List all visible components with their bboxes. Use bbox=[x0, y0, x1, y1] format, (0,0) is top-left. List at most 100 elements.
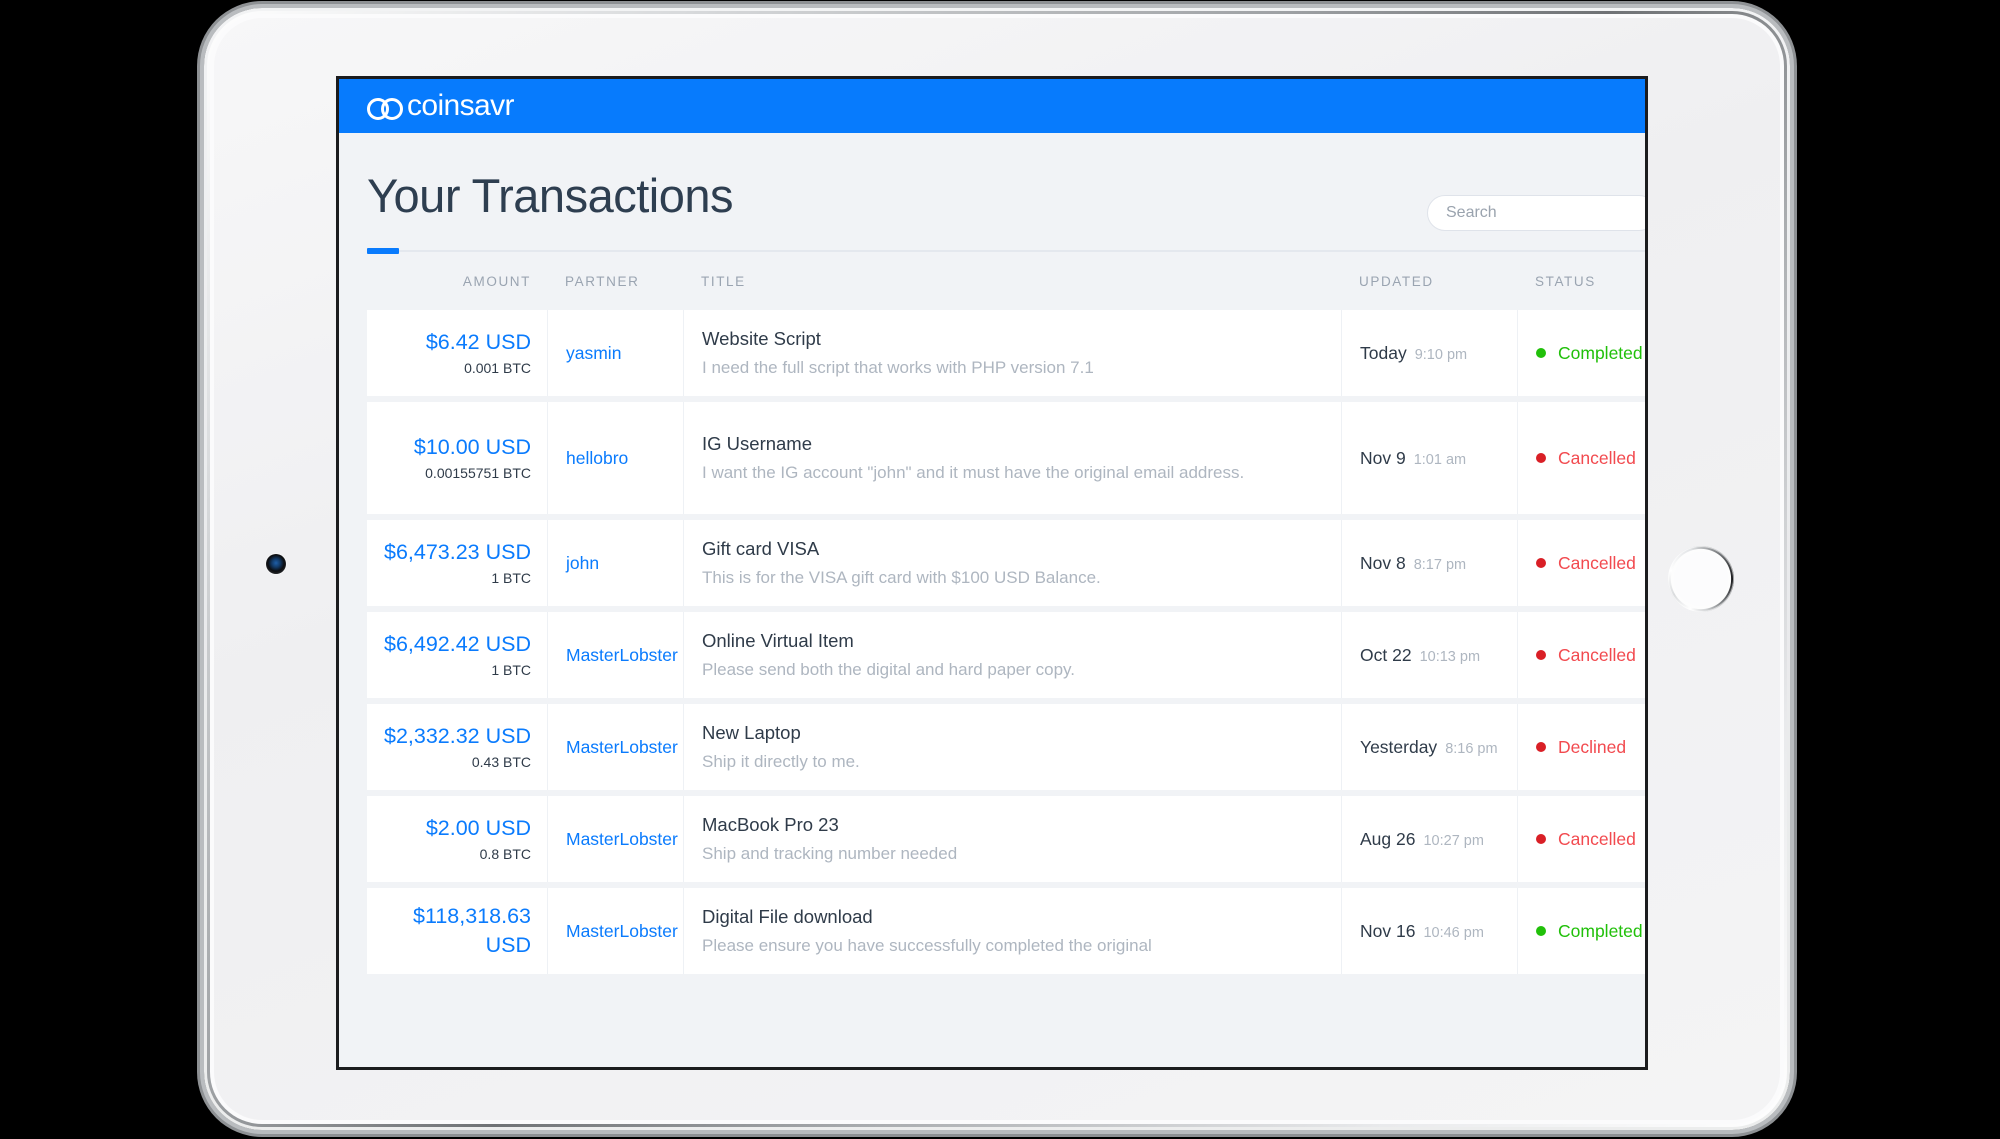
amount-usd: $6,492.42 USD bbox=[383, 631, 531, 656]
amount-btc: 1 BTC bbox=[491, 661, 531, 678]
page-header: Your Transactions bbox=[339, 133, 1645, 231]
status-dot-icon bbox=[1536, 926, 1546, 937]
table-row[interactable]: $6,473.23 USD 1 BTC john Gift card VISA This… bbox=[367, 520, 1645, 607]
amount-btc: 0.8 BTC bbox=[479, 845, 531, 862]
amount-btc: 0.001 BTC bbox=[464, 359, 531, 376]
partner-link[interactable]: MasterLobster bbox=[566, 829, 683, 850]
tablet-device: coinsavr Your Transactions AMOUNT PART bbox=[204, 8, 1790, 1130]
table-row[interactable]: $6,492.42 USD 1 BTC MasterLobster Online Vi… bbox=[367, 612, 1645, 699]
cell-amount: $2.00 USD 0.8 BTC bbox=[367, 796, 547, 882]
cell-amount: $6,473.23 USD 1 BTC bbox=[367, 520, 547, 606]
table-row[interactable]: $10.00 USD 0.00155751 BTC hellobro IG Usern… bbox=[367, 402, 1645, 515]
transaction-title: New Laptop bbox=[702, 721, 801, 743]
cell-title: Digital File download Please ensure you h… bbox=[683, 888, 1341, 975]
cell-updated: Nov 8 8:17 pm bbox=[1341, 520, 1517, 607]
cell-amount: $10.00 USD 0.00155751 BTC bbox=[367, 402, 547, 514]
status-badge: Completed bbox=[1558, 342, 1643, 363]
transaction-title: Digital File download bbox=[702, 905, 873, 927]
cell-status: Cancelled bbox=[1517, 402, 1645, 515]
updated-time: 10:46 pm bbox=[1423, 924, 1484, 941]
screenshot-stage: coinsavr Your Transactions AMOUNT PART bbox=[0, 0, 2000, 1139]
partner-link[interactable]: hellobro bbox=[566, 448, 683, 469]
cell-updated: Today 9:10 pm bbox=[1341, 310, 1517, 397]
status-badge: Cancelled bbox=[1558, 828, 1636, 849]
amount-usd: $6,473.23 USD bbox=[383, 539, 531, 564]
partner-link[interactable]: john bbox=[566, 553, 683, 574]
cell-status: Completed bbox=[1517, 310, 1645, 397]
status-dot-icon bbox=[1536, 742, 1546, 753]
updated-time: 9:10 pm bbox=[1414, 346, 1468, 363]
tablet-screen: coinsavr Your Transactions AMOUNT PART bbox=[336, 76, 1648, 1070]
amount-usd: $2,332.32 USD bbox=[383, 723, 531, 748]
amount-usd: $10.00 USD bbox=[413, 434, 531, 459]
table-header-row: AMOUNT PARTNER TITLE UPDATED STATUS bbox=[367, 252, 1645, 310]
column-header-title: TITLE bbox=[701, 273, 746, 289]
transaction-title: IG Username bbox=[702, 432, 813, 454]
column-header-partner: PARTNER bbox=[565, 273, 640, 289]
transaction-title: Online Virtual Item bbox=[702, 629, 854, 651]
transaction-description: This is for the VISA gift card with $100… bbox=[702, 568, 1101, 588]
search-container bbox=[1427, 195, 1645, 231]
partner-link[interactable]: MasterLobster bbox=[566, 921, 683, 942]
updated-day: Today bbox=[1360, 342, 1407, 363]
updated-time: 8:16 pm bbox=[1445, 740, 1498, 757]
cell-status: Cancelled bbox=[1517, 520, 1645, 607]
transaction-description: Please send both the digital and hard pa… bbox=[702, 660, 1076, 680]
partner-link[interactable]: yasmin bbox=[566, 343, 683, 364]
amount-btc: 0.00155751 BTC bbox=[425, 464, 531, 481]
app-header: coinsavr bbox=[339, 79, 1645, 133]
coinsavr-logo[interactable]: coinsavr bbox=[367, 89, 515, 123]
cell-status: Declined bbox=[1517, 704, 1645, 791]
cell-title: Online Virtual Item Please send both the … bbox=[683, 612, 1341, 699]
column-header-amount: AMOUNT bbox=[462, 273, 531, 289]
cell-partner: yasmin bbox=[547, 310, 683, 397]
transaction-title: Website Script bbox=[702, 327, 821, 349]
table-row[interactable]: $2,332.32 USD 0.43 BTC MasterLobster New La… bbox=[367, 704, 1645, 791]
cell-amount: $6,492.42 USD 1 BTC bbox=[367, 612, 547, 698]
status-dot-icon bbox=[1536, 834, 1546, 845]
cell-amount: $6.42 USD 0.001 BTC bbox=[367, 310, 547, 396]
partner-link[interactable]: MasterLobster bbox=[566, 737, 683, 758]
column-header-status: STATUS bbox=[1535, 273, 1596, 289]
cell-partner: hellobro bbox=[547, 402, 683, 515]
status-badge: Cancelled bbox=[1558, 644, 1636, 665]
cell-status: Cancelled bbox=[1517, 796, 1645, 883]
cell-amount: $2,332.32 USD 0.43 BTC bbox=[367, 704, 547, 790]
column-header-updated: UPDATED bbox=[1359, 273, 1434, 289]
status-dot-icon bbox=[1536, 650, 1546, 661]
cell-title: Gift card VISA This is for the VISA gift … bbox=[683, 520, 1341, 607]
updated-day: Nov 9 bbox=[1360, 447, 1406, 468]
transaction-description: I need the full script that works with P… bbox=[702, 358, 1094, 378]
cell-updated: Yesterday 8:16 pm bbox=[1341, 704, 1517, 791]
status-dot-icon bbox=[1536, 348, 1546, 359]
status-dot-icon bbox=[1536, 453, 1546, 464]
letterbox-right bbox=[1800, 0, 2000, 1139]
cell-updated: Nov 16 10:46 pm bbox=[1341, 888, 1517, 975]
updated-time: 10:27 pm bbox=[1423, 832, 1484, 849]
logo-text: coinsavr bbox=[407, 89, 515, 122]
cell-partner: MasterLobster bbox=[547, 888, 683, 975]
updated-day: Nov 16 bbox=[1360, 920, 1416, 941]
status-badge: Declined bbox=[1558, 736, 1627, 757]
updated-day: Nov 8 bbox=[1360, 552, 1406, 573]
table-row[interactable]: $118,318.63 USD MasterLobster Digital File… bbox=[367, 888, 1645, 975]
front-camera-icon bbox=[266, 554, 286, 574]
cell-status: Cancelled bbox=[1517, 612, 1645, 699]
table-row[interactable]: $6.42 USD 0.001 BTC yasmin Website Script I … bbox=[367, 310, 1645, 397]
cell-partner: john bbox=[547, 520, 683, 607]
status-dot-icon bbox=[1536, 558, 1546, 569]
transaction-description: Ship it directly to me. bbox=[702, 752, 860, 772]
cell-partner: MasterLobster bbox=[547, 796, 683, 883]
home-button[interactable] bbox=[1668, 546, 1734, 612]
page-content: Your Transactions AMOUNT PARTNER TITLE U… bbox=[339, 133, 1645, 975]
amount-btc: 0.43 BTC bbox=[471, 753, 531, 770]
partner-link[interactable]: MasterLobster bbox=[566, 645, 683, 666]
search-input[interactable] bbox=[1427, 195, 1645, 231]
cell-title: New Laptop Ship it directly to me. bbox=[683, 704, 1341, 791]
cell-updated: Oct 22 10:13 pm bbox=[1341, 612, 1517, 699]
status-badge: Cancelled bbox=[1558, 552, 1636, 573]
transaction-title: MacBook Pro 23 bbox=[702, 813, 839, 835]
cell-title: MacBook Pro 23 Ship and tracking number n… bbox=[683, 796, 1341, 883]
table-row[interactable]: $2.00 USD 0.8 BTC MasterLobster MacBook Pro… bbox=[367, 796, 1645, 883]
transactions-table: AMOUNT PARTNER TITLE UPDATED STATUS $6.4… bbox=[367, 252, 1645, 975]
